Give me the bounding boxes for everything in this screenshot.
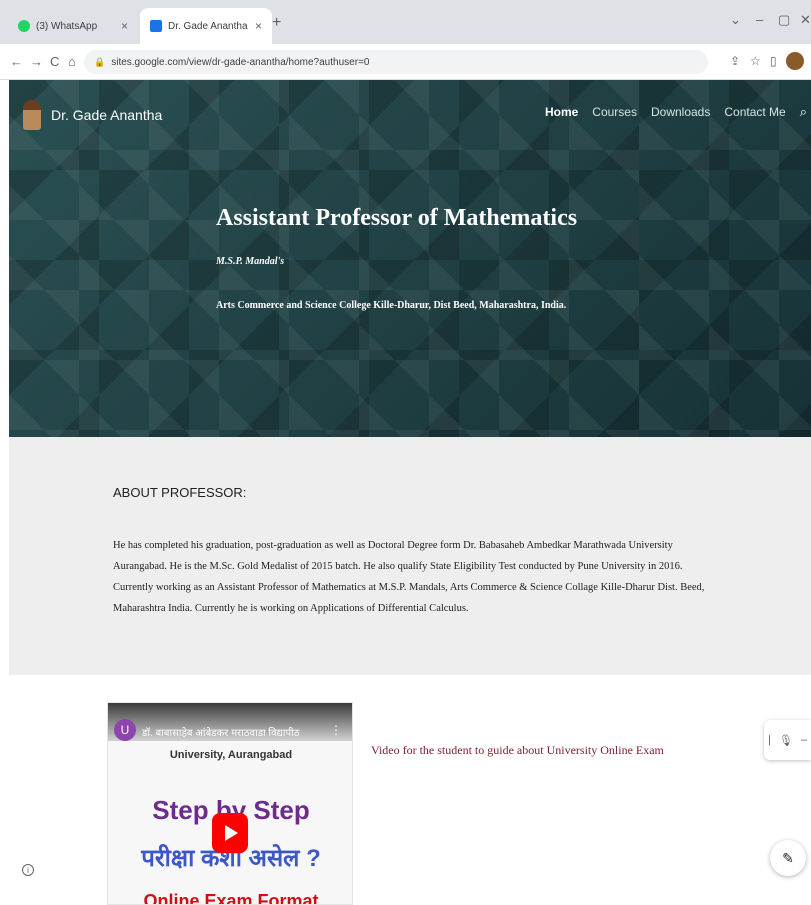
search-icon[interactable]: ⌕: [800, 104, 807, 120]
reload-button[interactable]: C: [50, 54, 59, 69]
about-body: He has completed his graduation, post-gr…: [113, 540, 705, 614]
about-section: ABOUT PROFESSOR: He has completed his gr…: [9, 437, 811, 675]
side-panel-icon[interactable]: ▯: [770, 54, 777, 68]
edit-pencil-icon[interactable]: ✎: [770, 840, 806, 876]
minimize-button[interactable]: –: [756, 12, 763, 27]
dash-icon[interactable]: –: [801, 734, 807, 746]
browser-window: (3) WhatsApp × Dr. Gade Anantha × + ⌄ – …: [0, 0, 811, 905]
close-icon[interactable]: ×: [121, 19, 128, 33]
address-bar[interactable]: 🔒 sites.google.com/view/dr-gade-anantha/…: [84, 50, 708, 74]
info-icon[interactable]: i: [22, 864, 34, 876]
floating-tool[interactable]: | 🎙 –: [764, 720, 811, 760]
site-brand[interactable]: Dr. Gade Anantha: [23, 100, 162, 130]
thumb-university: University, Aurangabad: [169, 749, 293, 761]
share-icon[interactable]: ⇪: [730, 54, 740, 68]
mic-icon[interactable]: 🎙: [779, 734, 793, 747]
nav-downloads[interactable]: Downloads: [651, 105, 710, 119]
channel-avatar[interactable]: U: [114, 719, 136, 741]
bookmark-star-icon[interactable]: ☆: [750, 54, 761, 68]
google-sites-icon: [150, 20, 162, 32]
site-nav: Home Courses Downloads Contact Me ⌕: [545, 104, 807, 120]
whatsapp-icon: [18, 20, 30, 32]
thumb-format: Online Exam Format: [143, 891, 319, 905]
forward-button[interactable]: →: [30, 54, 43, 69]
new-tab-button[interactable]: +: [272, 14, 281, 32]
nav-home[interactable]: Home: [545, 105, 578, 119]
profile-avatar[interactable]: [786, 52, 804, 70]
hero-subtitle: M.S.P. Mandal's: [216, 256, 285, 267]
nav-courses[interactable]: Courses: [592, 105, 637, 119]
youtube-embed[interactable]: U डॉ. बाबासाहेब आंबेडकर मराठवाडा विद्याप…: [107, 702, 353, 905]
url-text: sites.google.com/view/dr-gade-anantha/ho…: [111, 56, 370, 68]
site-hero: Dr. Gade Anantha Home Courses Downloads …: [9, 80, 811, 437]
nav-contact-me[interactable]: Contact Me: [724, 105, 785, 119]
professor-avatar: [23, 100, 41, 130]
tab-strip: (3) WhatsApp × Dr. Gade Anantha × + ⌄ – …: [0, 0, 811, 44]
back-button[interactable]: ←: [10, 54, 23, 69]
close-window-button[interactable]: ✕: [800, 12, 811, 28]
hero-college: Arts Commerce and Science College Kille-…: [216, 300, 567, 311]
browser-toolbar: ← → C ⌂ 🔒 sites.google.com/view/dr-gade-…: [0, 44, 811, 80]
close-icon[interactable]: ×: [255, 19, 262, 33]
hero-title: Assistant Professor of Mathematics: [216, 205, 578, 231]
divider: |: [768, 734, 771, 746]
tab-title: (3) WhatsApp: [36, 20, 98, 32]
play-icon[interactable]: [212, 813, 248, 853]
tab-dr-gade-anantha[interactable]: Dr. Gade Anantha ×: [140, 8, 272, 44]
maximize-button[interactable]: ▢: [778, 12, 790, 28]
lock-icon: 🔒: [94, 56, 106, 67]
tab-search-icon[interactable]: ⌄: [730, 12, 741, 28]
video-section: U डॉ. बाबासाहेब आंबेडकर मराठवाडा विद्याप…: [0, 675, 811, 905]
tab-title: Dr. Gade Anantha: [168, 20, 248, 32]
video-title[interactable]: डॉ. बाबासाहेब आंबेडकर मराठवाडा विद्यापीठ: [142, 725, 300, 739]
video-caption: Video for the student to guide about Uni…: [371, 743, 664, 757]
home-button[interactable]: ⌂: [68, 54, 76, 69]
site-title: Dr. Gade Anantha: [51, 107, 163, 123]
more-icon[interactable]: ⋮: [330, 723, 342, 737]
about-heading: ABOUT PROFESSOR:: [113, 485, 247, 500]
tab-whatsapp[interactable]: (3) WhatsApp ×: [8, 8, 138, 44]
